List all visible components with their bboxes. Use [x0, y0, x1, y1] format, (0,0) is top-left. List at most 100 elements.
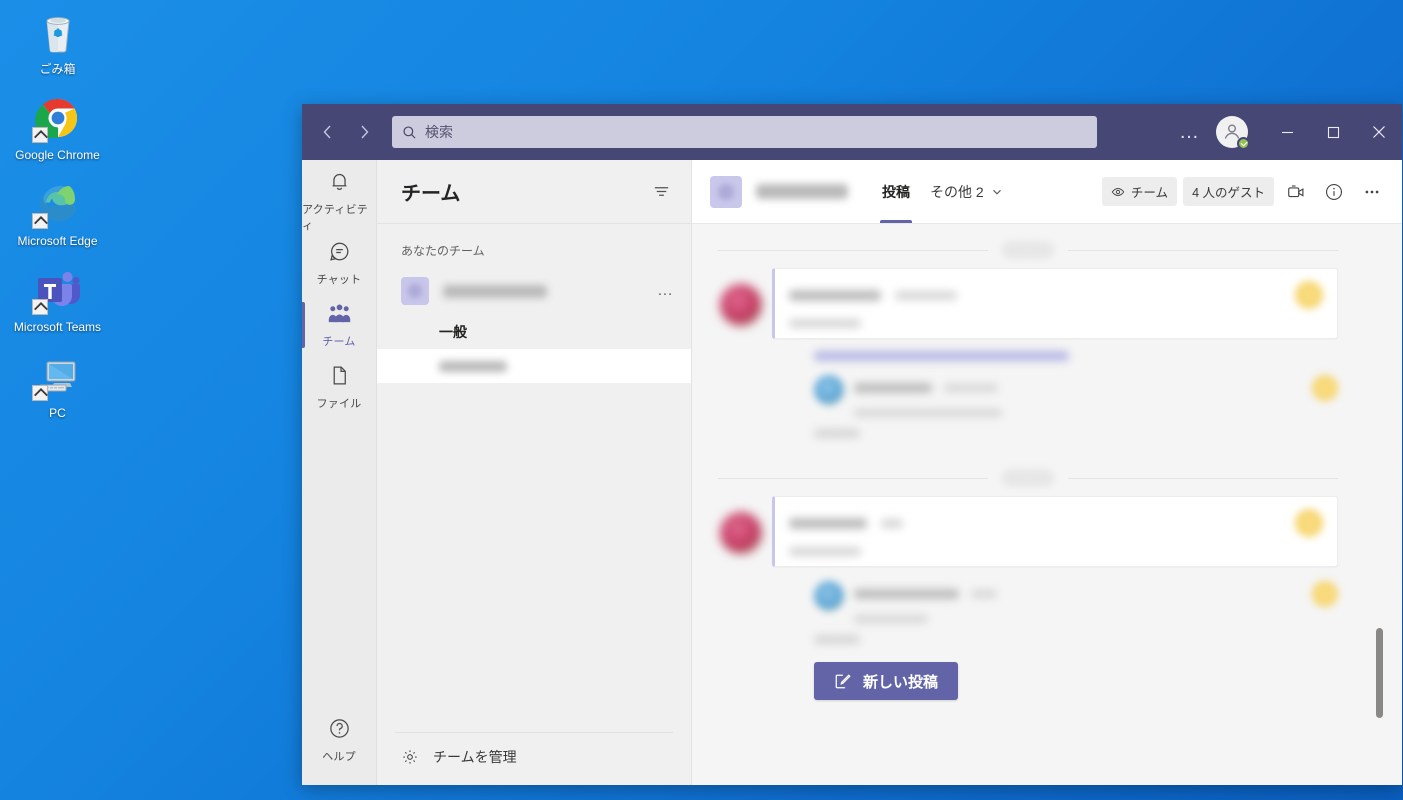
reply-bar[interactable] — [814, 429, 1338, 438]
app-settings-more-button[interactable]: … — [1170, 122, 1210, 142]
reply-timestamp-redacted — [944, 384, 998, 392]
desktop-icon-pc[interactable]: PC — [2, 352, 114, 420]
team-row[interactable]: … — [377, 267, 691, 315]
minimize-button[interactable] — [1264, 104, 1310, 160]
sidebar-item-label: ファイル — [316, 397, 362, 410]
teams-panel-header: チーム — [377, 160, 691, 224]
tab-label: 投稿 — [882, 183, 910, 200]
avatar[interactable] — [1216, 116, 1250, 150]
post-link-row[interactable] — [814, 351, 1338, 361]
page-title: チーム — [401, 183, 461, 205]
reaction-badge[interactable] — [1295, 509, 1323, 537]
shortcut-overlay-icon — [31, 127, 48, 143]
window-titlebar: 検索 … — [302, 104, 1402, 160]
forward-button[interactable] — [348, 116, 380, 148]
separator-line — [1068, 249, 1338, 251]
maximize-button[interactable] — [1310, 104, 1356, 160]
sidebar-item-help[interactable]: ヘルプ — [302, 709, 376, 771]
desktop-icon-recycle-bin[interactable]: ごみ箱 — [2, 8, 114, 76]
channel-header: 投稿 その他 2 チーム 4 人のゲスト — [692, 160, 1402, 224]
sidebar-item-teams[interactable]: チーム — [302, 294, 376, 356]
separator-line — [718, 477, 988, 479]
reply-author-row — [854, 581, 1338, 607]
tab-posts[interactable]: 投稿 — [872, 160, 920, 223]
new-post-button[interactable]: 新しい投稿 — [814, 662, 959, 700]
teams-scroll-area: あなたのチーム … 一般 — [377, 224, 691, 732]
day-separator — [718, 460, 1338, 496]
avatar — [720, 284, 762, 326]
desktop-icon-microsoft-edge[interactable]: Microsoft Edge — [2, 180, 114, 248]
ellipsis-icon[interactable] — [1356, 176, 1388, 208]
bell-icon — [328, 170, 351, 198]
post-timestamp-redacted — [881, 518, 903, 528]
channel-avatar-icon — [710, 175, 742, 208]
posts-scrollbar[interactable] — [1376, 224, 1384, 785]
video-camera-icon[interactable] — [1280, 176, 1312, 208]
reply-author-redacted — [854, 383, 932, 393]
post-reply[interactable] — [814, 375, 1338, 417]
reply-body-redacted — [854, 409, 1002, 417]
post-body-row — [789, 547, 1323, 556]
back-button[interactable] — [312, 116, 344, 148]
sidebar-item-label: チャット — [316, 273, 362, 286]
file-icon — [328, 364, 351, 392]
post-card — [772, 496, 1338, 567]
channel-row-selected[interactable] — [377, 349, 691, 383]
sidebar-item-label: アクティビティ — [302, 203, 368, 232]
post-author-row — [789, 281, 1323, 309]
reply-author-redacted — [854, 589, 959, 599]
desktop-icon-label: ごみ箱 — [39, 62, 76, 76]
app-rail: アクティビティ チャット チーム ファイル ヘルプ — [302, 160, 377, 785]
new-post-area: 新しい投稿 — [718, 644, 1338, 700]
channel-main-area: 投稿 その他 2 チーム 4 人のゲスト 新しい投稿 — [692, 160, 1402, 785]
post-card — [772, 268, 1338, 339]
desktop-icon-google-chrome[interactable]: Google Chrome — [2, 94, 114, 162]
chat-bubble-icon — [328, 240, 351, 268]
post-reply[interactable] — [814, 581, 1338, 623]
post-author-row — [789, 509, 1323, 537]
pill-label: チーム — [1130, 186, 1169, 200]
channel-header-actions: チーム 4 人のゲスト — [1101, 176, 1388, 208]
sidebar-item-chat[interactable]: チャット — [302, 232, 376, 294]
post-author-redacted — [789, 289, 881, 301]
channel-label: 一般 — [439, 324, 467, 340]
reply-body-row — [854, 409, 1338, 417]
tab-more[interactable]: その他 2 — [920, 160, 1013, 223]
reply-bar[interactable] — [814, 635, 1338, 644]
channel-row-general[interactable]: 一般 — [377, 315, 691, 349]
reply-body-row — [854, 615, 1338, 623]
sidebar-item-files[interactable]: ファイル — [302, 356, 376, 418]
reply-timestamp-redacted — [971, 590, 997, 598]
shortcut-overlay-icon — [31, 213, 48, 229]
chevron-down-icon — [991, 186, 1003, 198]
tab-label: その他 2 — [930, 183, 984, 200]
desktop-icon-microsoft-teams[interactable]: Microsoft Teams — [2, 266, 114, 334]
info-circle-icon[interactable] — [1318, 176, 1350, 208]
post-link-redacted — [814, 351, 1069, 361]
reaction-badge[interactable] — [1312, 581, 1338, 607]
desktop-icon-label: Microsoft Edge — [17, 234, 98, 248]
reaction-badge[interactable] — [1295, 281, 1323, 309]
close-button[interactable] — [1356, 104, 1402, 160]
shortcut-overlay-icon — [31, 385, 48, 401]
reply-author-row — [854, 375, 1338, 401]
pill-label: 4 人のゲスト — [1192, 186, 1265, 200]
search-input[interactable]: 検索 — [392, 116, 1097, 148]
sidebar-item-label: チーム — [322, 335, 356, 348]
reaction-badge[interactable] — [1312, 375, 1338, 401]
microsoft-teams-window: 検索 … アクティビティ チャット チーム ファイル ヘルプ チーム あなたのチ… — [302, 104, 1402, 785]
post-body-redacted — [789, 547, 861, 556]
guest-count-pill[interactable]: 4 人のゲスト — [1183, 177, 1274, 206]
post-item[interactable] — [718, 268, 1338, 339]
scrollbar-thumb[interactable] — [1376, 627, 1383, 718]
edge-icon — [31, 180, 82, 229]
post-item[interactable] — [718, 496, 1338, 567]
team-more-options-button[interactable]: … — [657, 283, 675, 299]
manage-team-label: チームを管理 — [433, 749, 517, 765]
manage-team-button[interactable]: チームを管理 — [395, 732, 673, 785]
eye-icon — [1111, 185, 1125, 199]
sidebar-item-activity[interactable]: アクティビティ — [302, 170, 376, 232]
navigation-arrows — [302, 116, 380, 148]
team-visibility-pill[interactable]: チーム — [1101, 177, 1178, 206]
filter-icon[interactable] — [652, 182, 671, 201]
